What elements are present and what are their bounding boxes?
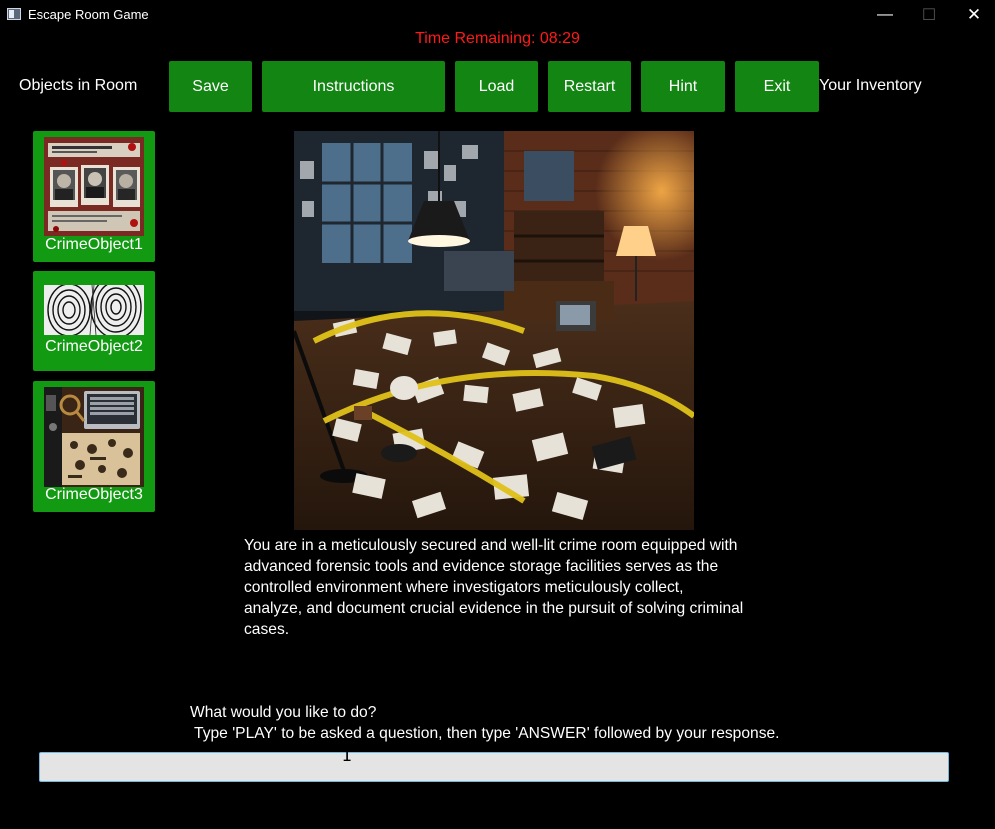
- exit-button[interactable]: Exit: [735, 61, 819, 112]
- title-bar: Escape Room Game — ☐ ✕: [0, 0, 995, 30]
- your-inventory-label: Your Inventory: [819, 77, 922, 94]
- prompt-question: What would you like to do?: [190, 704, 377, 721]
- command-input[interactable]: [39, 752, 949, 782]
- instructions-button[interactable]: Instructions: [262, 61, 445, 112]
- object-tile-crimeobject2[interactable]: CrimeObject2: [33, 271, 155, 371]
- crime-room-scene-image: [294, 131, 694, 530]
- window-title: Escape Room Game: [28, 7, 149, 22]
- suspect-photos-thumbnail: [44, 137, 144, 236]
- hint-button[interactable]: Hint: [641, 61, 725, 112]
- fingerprint-thumbnail: [44, 285, 144, 335]
- close-button[interactable]: ✕: [951, 0, 995, 30]
- save-button[interactable]: Save: [169, 61, 252, 112]
- object-tile-crimeobject1[interactable]: CrimeObject1: [33, 131, 155, 262]
- object-label: CrimeObject3: [45, 486, 143, 503]
- minimize-button[interactable]: —: [862, 0, 908, 30]
- load-button[interactable]: Load: [455, 61, 538, 112]
- maximize-button[interactable]: ☐: [906, 0, 952, 30]
- objects-in-room-label: Objects in Room: [19, 77, 138, 94]
- restart-button[interactable]: Restart: [548, 61, 631, 112]
- object-tile-crimeobject3[interactable]: CrimeObject3: [33, 381, 155, 512]
- time-remaining: Time Remaining: 08:29: [415, 30, 580, 47]
- room-description: You are in a meticulously secured and we…: [244, 537, 744, 638]
- text-cursor-icon: I: [342, 746, 353, 766]
- evidence-desk-thumbnail: [44, 387, 144, 487]
- prompt-hint: Type 'PLAY' to be asked a question, then…: [190, 725, 780, 742]
- app-window-icon: [7, 8, 21, 20]
- object-label: CrimeObject2: [45, 338, 143, 355]
- object-label: CrimeObject1: [45, 236, 143, 253]
